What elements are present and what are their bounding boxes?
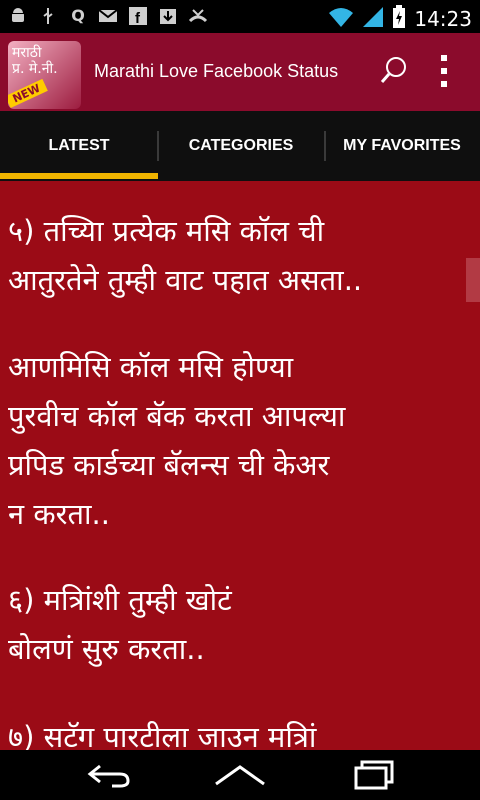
tab-latest[interactable]: LATEST bbox=[0, 111, 158, 181]
selected-tab-indicator bbox=[0, 173, 158, 179]
facebook-icon: f bbox=[128, 6, 148, 26]
tab-bar: LATEST CATEGORIES MY FAVORITES bbox=[0, 111, 480, 181]
clock-time: 14:23 bbox=[414, 7, 472, 31]
missed-call-icon bbox=[188, 6, 208, 26]
download-icon bbox=[158, 6, 178, 26]
notification-icons: Q f bbox=[8, 6, 208, 26]
overflow-menu-icon[interactable] bbox=[438, 53, 450, 89]
signal-icon bbox=[362, 6, 384, 32]
app-bar: मराठी प्र. मे.नी. NEW Marathi Love Faceb… bbox=[0, 33, 480, 111]
back-icon[interactable] bbox=[74, 750, 144, 800]
system-icons: 14:23 bbox=[328, 5, 472, 33]
q-icon: Q bbox=[71, 6, 85, 25]
app-logo[interactable]: मराठी प्र. मे.नी. NEW bbox=[8, 41, 81, 109]
app-title: Marathi Love Facebook Status bbox=[94, 61, 339, 81]
status-paragraph: ६) मत्रिांशी तुम्ही खोटं बोलणं सुरु करता… bbox=[8, 583, 232, 666]
navigation-bar bbox=[0, 750, 480, 800]
battery-icon bbox=[392, 5, 406, 33]
status-bar: Q f 14:23 bbox=[0, 0, 480, 33]
logo-text: मराठी प्र. मे.नी. bbox=[12, 45, 58, 77]
tab-categories[interactable]: CATEGORIES bbox=[158, 111, 324, 181]
status-paragraph: आणमिसि कॉल मसि होण्या पुरवीच कॉल बॅक करत… bbox=[8, 350, 346, 531]
recents-icon[interactable] bbox=[340, 750, 410, 800]
status-paragraph: ५) तच्यिा प्रत्येक मसि कॉल ची आतुरतेने त… bbox=[8, 214, 363, 297]
home-icon[interactable] bbox=[205, 750, 275, 800]
status-paragraph: ७) सटॅग पारटीला जाउन मत्रिां bbox=[8, 720, 317, 750]
mail-icon bbox=[98, 6, 118, 26]
wifi-icon bbox=[328, 6, 354, 32]
usb-icon bbox=[38, 6, 58, 26]
tab-my-favorites[interactable]: MY FAVORITES bbox=[324, 111, 480, 181]
new-badge: NEW bbox=[8, 78, 48, 109]
status-content[interactable]: ५) तच्यिा प्रत्येक मसि कॉल ची आतुरतेने त… bbox=[0, 181, 480, 750]
search-icon[interactable] bbox=[380, 55, 410, 85]
android-icon bbox=[8, 6, 28, 26]
scrollbar-thumb[interactable] bbox=[466, 258, 480, 302]
